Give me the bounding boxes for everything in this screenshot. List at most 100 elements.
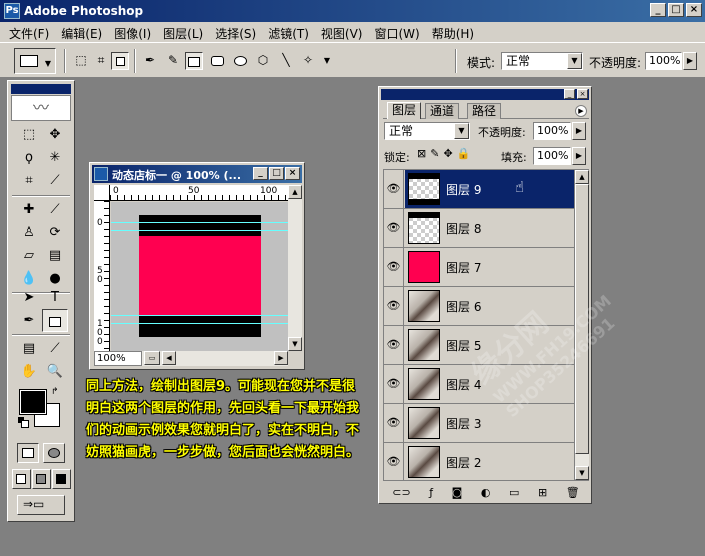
pen-tool-icon[interactable]: ✒: [141, 52, 159, 70]
gradient-tool-icon[interactable]: ▤: [42, 244, 68, 267]
crop-tool-icon[interactable]: ⌗: [16, 169, 42, 192]
shape-layers-icon[interactable]: ⬚: [72, 52, 90, 70]
lock-transparency-icon[interactable]: ⊠: [417, 147, 426, 160]
chevron-down-icon[interactable]: ▼: [318, 52, 336, 70]
fill-slider-button[interactable]: ▶: [572, 147, 586, 165]
layer-row[interactable]: 👁 图层 8: [384, 209, 574, 248]
fill-pixels-icon[interactable]: [111, 52, 129, 70]
jump-to-imageready-button[interactable]: ⇒▭: [17, 495, 65, 515]
eye-icon[interactable]: 👁: [384, 365, 404, 403]
adjustment-icon[interactable]: ◐: [481, 485, 491, 501]
menu-help[interactable]: 帮助(H): [427, 22, 481, 42]
slice-tool-icon[interactable]: ⟋: [42, 169, 68, 192]
rectangle-shape-icon[interactable]: [185, 52, 203, 70]
zoom-tool-icon[interactable]: 🔍: [42, 360, 68, 383]
lasso-tool-icon[interactable]: ϙ: [16, 146, 42, 169]
ellipse-icon[interactable]: [231, 52, 249, 70]
menu-view[interactable]: 视图(V): [316, 22, 370, 42]
palette-menu-icon[interactable]: ▶: [575, 105, 587, 117]
menu-image[interactable]: 图像(I): [109, 22, 158, 42]
eye-icon[interactable]: 👁: [384, 248, 404, 286]
hand-tool-icon[interactable]: ✋: [16, 360, 42, 383]
freeform-pen-icon[interactable]: ✎: [164, 52, 182, 70]
layer-row[interactable]: 👁 图层 3: [384, 404, 574, 443]
pen-tool-icon[interactable]: ✒: [16, 309, 42, 332]
mode-select[interactable]: 正常 ▼: [501, 52, 583, 70]
tab-channels[interactable]: 通道: [425, 103, 460, 119]
scroll-right-button[interactable]: ▶: [274, 351, 288, 365]
menu-file[interactable]: 文件(F): [4, 22, 56, 42]
layer-row[interactable]: 👁 图层 9 ☝: [384, 170, 574, 209]
default-colors-icon[interactable]: [18, 417, 29, 428]
rectangle-tool-icon[interactable]: [42, 309, 68, 332]
scroll-down-button[interactable]: ▼: [288, 337, 302, 351]
palette-minimize-button[interactable]: _: [564, 89, 575, 99]
tab-paths[interactable]: 路径: [467, 103, 502, 119]
trash-icon[interactable]: 🗑: [566, 485, 580, 501]
eraser-tool-icon[interactable]: ▱: [16, 244, 42, 267]
lock-all-icon[interactable]: 🔒: [457, 147, 471, 160]
opacity-input[interactable]: 100%: [645, 52, 682, 70]
guide-line[interactable]: [111, 230, 288, 231]
notes-tool-icon[interactable]: ▤: [16, 337, 42, 360]
type-tool-icon[interactable]: T: [42, 286, 68, 309]
document-title-bar[interactable]: 动态店标一 @ 100% (... _ □ ×: [92, 165, 302, 183]
guide-line[interactable]: [111, 323, 288, 324]
canvas[interactable]: [111, 202, 288, 351]
doc-maximize-button[interactable]: □: [269, 167, 284, 180]
guide-line[interactable]: [111, 315, 288, 316]
path-select-icon[interactable]: ➤: [16, 286, 42, 309]
scroll-down-button[interactable]: ▼: [575, 466, 589, 480]
move-tool-icon[interactable]: ✥: [42, 123, 68, 146]
standard-mode-button[interactable]: [17, 443, 39, 463]
horizontal-ruler[interactable]: 0 50 100: [110, 185, 288, 201]
polygon-icon[interactable]: ⬡: [254, 52, 272, 70]
menu-window[interactable]: 窗口(W): [369, 22, 426, 42]
eye-icon[interactable]: 👁: [384, 170, 404, 208]
marquee-tool-icon[interactable]: ⬚: [16, 123, 42, 146]
scroll-up-button[interactable]: ▲: [288, 185, 302, 199]
layer-row[interactable]: 👁 图层 2: [384, 443, 574, 480]
menu-select[interactable]: 选择(S): [210, 22, 263, 42]
menu-layer[interactable]: 图层(L): [158, 22, 210, 42]
horizontal-scrollbar[interactable]: 100% ▭ ◀ ▶: [94, 351, 288, 366]
layer-opacity-slider-button[interactable]: ▶: [572, 122, 586, 140]
vertical-scrollbar[interactable]: ▲ ▼: [288, 185, 302, 351]
close-button[interactable]: ×: [686, 3, 702, 17]
menu-edit[interactable]: 编辑(E): [56, 22, 109, 42]
line-icon[interactable]: ╲: [277, 52, 295, 70]
tool-preset-picker[interactable]: ▼: [14, 48, 56, 74]
magic-wand-icon[interactable]: ✳: [42, 146, 68, 169]
screen-mode-full[interactable]: [52, 469, 71, 489]
zoom-level-field[interactable]: 100%: [94, 351, 142, 366]
new-layer-icon[interactable]: ⊞: [538, 485, 547, 501]
doc-close-button[interactable]: ×: [285, 167, 300, 180]
eye-icon[interactable]: 👁: [384, 287, 404, 325]
stamp-tool-icon[interactable]: ♙: [16, 221, 42, 244]
brush-tool-icon[interactable]: ⟋: [42, 198, 68, 221]
menu-filter[interactable]: 滤镜(T): [263, 22, 316, 42]
palette-close-button[interactable]: ×: [577, 89, 588, 99]
custom-shape-icon[interactable]: ✧: [299, 52, 317, 70]
rounded-rectangle-icon[interactable]: [208, 52, 226, 70]
mask-icon[interactable]: ◙: [452, 485, 463, 501]
maximize-button[interactable]: □: [668, 3, 684, 17]
toolbox-header[interactable]: [11, 84, 71, 94]
eye-icon[interactable]: 👁: [384, 443, 404, 480]
guide-line[interactable]: [111, 222, 288, 223]
style-icon[interactable]: ƒ: [429, 485, 433, 501]
layer-opacity-input[interactable]: 100%: [533, 122, 571, 140]
eye-icon[interactable]: 👁: [384, 404, 404, 442]
feather-logo-icon[interactable]: 〰: [11, 95, 71, 121]
scroll-up-button[interactable]: ▲: [575, 170, 589, 184]
foreground-color-swatch[interactable]: [19, 389, 47, 415]
scroll-left-button[interactable]: ◀: [162, 351, 176, 365]
vertical-ruler[interactable]: 0 5 0 1 0 0: [94, 201, 110, 351]
status-menu-button[interactable]: ▭: [144, 351, 160, 365]
opacity-slider-button[interactable]: ▶: [683, 52, 697, 70]
eye-icon[interactable]: 👁: [384, 209, 404, 247]
screen-mode-menu[interactable]: [32, 469, 51, 489]
blend-mode-select[interactable]: 正常 ▼: [384, 122, 470, 140]
screen-mode-standard[interactable]: [12, 469, 31, 489]
lock-position-icon[interactable]: ✥: [443, 147, 452, 160]
